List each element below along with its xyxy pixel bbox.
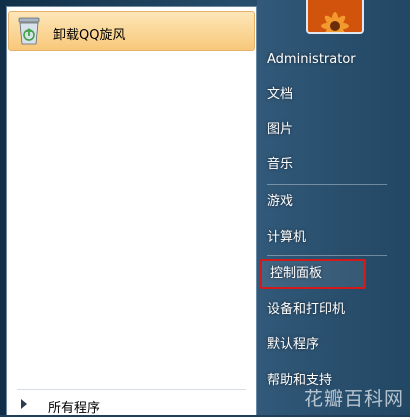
menu-default-programs[interactable]: 默认程序 — [267, 334, 319, 356]
pinned-program-label: 卸载QQ旋风 — [53, 28, 126, 43]
all-programs-button[interactable]: 所有程序 — [7, 393, 256, 417]
menu-devices-printers[interactable]: 设备和打印机 — [267, 299, 345, 321]
menu-pictures[interactable]: 图片 — [267, 119, 293, 141]
user-name-link[interactable]: Administrator — [267, 49, 356, 71]
menu-documents[interactable]: 文档 — [267, 84, 293, 106]
pinned-program-uninstall-qq[interactable]: 卸载QQ旋风 — [8, 11, 255, 51]
menu-computer[interactable]: 计算机 — [267, 227, 306, 249]
triangle-right-icon — [21, 399, 27, 409]
menu-control-panel[interactable]: 控制面板 — [260, 259, 366, 289]
start-menu: 卸载QQ旋风 所有程序 Administrator 文档 图片 音乐 游戏 计算… — [0, 0, 410, 417]
right-divider — [267, 255, 387, 256]
menu-games[interactable]: 游戏 — [267, 191, 293, 213]
watermark-text: 花瓣百科网 — [303, 388, 404, 410]
places-pane: Administrator 文档 图片 音乐 游戏 计算机 控制面板 设备和打印… — [257, 0, 410, 415]
menu-music[interactable]: 音乐 — [267, 154, 293, 176]
flower-avatar-icon[interactable] — [306, 0, 364, 34]
programs-pane: 卸载QQ旋风 所有程序 — [6, 6, 257, 417]
left-divider — [17, 389, 246, 390]
recycle-bin-icon — [16, 16, 42, 46]
all-programs-label: 所有程序 — [48, 401, 101, 416]
right-divider — [267, 184, 387, 185]
